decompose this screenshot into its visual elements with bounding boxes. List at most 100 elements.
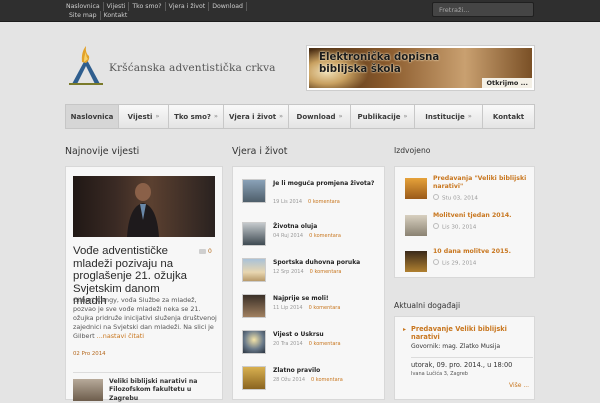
event-title[interactable]: Predavanje Veliki biblijski narativi [411,325,531,342]
featured-list-item[interactable]: Predavanja "Veliki biblijski narativi" S… [405,175,534,203]
main-nav: Naslovnica Vijesti» Tko smo?» Vjera i ži… [65,104,535,129]
latest-news-panel: Vođe adventističke mladeži pozivaju na p… [65,166,223,402]
featured-item-date: Lis 30, 2014 [433,223,476,231]
faith-item-title[interactable]: Najprije se moli! [273,295,375,303]
faith-item-title[interactable]: Sportska duhovna poruka [273,259,375,267]
top-nav-link-site-map[interactable]: Site map [66,11,101,20]
comment-icon [199,249,206,254]
church-logo-icon [69,46,103,85]
featured-item-date: Lis 29, 2014 [433,259,476,267]
top-nav-link-vijesti[interactable]: Vijesti [104,2,130,11]
site-logo[interactable]: Kršćanska adventistička crkva [68,44,300,86]
speaker-photo [127,183,159,237]
nav-label: Naslovnica [70,112,114,121]
faith-list-item[interactable]: Životna oluja 04 Ruj 2014 0 komentara [242,222,382,251]
search-input[interactable]: Fretraži... [432,2,534,17]
chevron-right-icon: » [155,113,160,120]
faith-item-comments[interactable]: 0 komentara [308,199,340,205]
nav-label: Publikacije [357,112,401,121]
top-bar: Naslovnica Vijesti Tko smo? Vjera i život Do… [0,0,600,22]
featured-item-date: Stu 03, 2014 [433,194,478,202]
banner-line-1: Elektronička dopisna [319,52,440,63]
faith-item-comments[interactable]: 0 komentara [311,377,343,383]
faith-item-meta: 04 Ruj 2014 0 komentara [273,233,341,239]
top-nav-link-naslovnica[interactable]: Naslovnica [66,2,104,11]
bullet-arrow-icon: ▸ [403,326,407,333]
featured-panel: Predavanja "Veliki biblijski narativi" S… [394,166,535,278]
nav-label: Kontakt [492,112,525,121]
comment-count[interactable]: 0 [199,248,212,255]
faith-list-item[interactable]: Sportska duhovna poruka 12 Srp 2014 0 kom… [242,258,382,287]
event-date: utorak, 09. pro. 2014., u 18:00 [411,357,533,369]
faith-list-item[interactable]: Je li moguća promjena života? 19 Lis 201… [242,179,382,208]
faith-item-meta: 20 Tra 2014 0 komentara [273,341,341,347]
nav-item-tko-smo[interactable]: Tko smo?» [169,105,224,128]
featured-news-image[interactable] [73,176,215,237]
featured-item-title[interactable]: Predavanja "Veliki biblijski narativi" [433,175,533,191]
featured-item-title[interactable]: 10 dana molitve 2015. [433,248,533,256]
featured-list-item[interactable]: Molitveni tjedan 2014. Lis 30, 2014 [405,212,534,240]
featured-thumbnail [405,251,427,272]
featured-news-excerpt: Gilbert Cangy, vođa Službe za mladež, po… [73,296,221,341]
featured-news-date: 02 Pro 2014 [73,351,106,357]
banner-line-2: biblijska škola [319,64,401,76]
faith-item-meta: 28 Ožu 2014 0 komentara [273,377,343,383]
correspondence-school-banner[interactable]: Elektronička dopisna biblijska škola Otk… [306,45,535,91]
site-name: Kršćanska adventistička crkva [109,62,276,74]
faith-item-title[interactable]: Vijest o Uskrsu [273,331,375,339]
nav-item-publikacije[interactable]: Publikacije» [351,105,415,128]
faith-item-meta: 12 Srp 2014 0 komentara [273,269,341,275]
banner-cta[interactable]: Otkrijmo ... [482,78,532,88]
nav-item-download[interactable]: Download» [289,105,351,128]
section-title-featured: Izdvojeno [394,146,431,155]
faith-item-comments[interactable]: 0 komentara [309,233,341,239]
nav-item-kontakt[interactable]: Kontakt [483,105,534,128]
news-thumbnail [73,379,103,401]
faith-item-title[interactable]: Zlatno pravilo [273,367,375,375]
faith-item-comments[interactable]: 0 komentara [309,305,341,311]
featured-item-title[interactable]: Molitveni tjedan 2014. [433,212,533,220]
top-nav-link-vjera-i-zivot[interactable]: Vjera i život [166,2,210,11]
chevron-right-icon: » [213,113,218,120]
faith-item-date: 11 Lip 2014 [273,305,303,311]
chevron-right-icon: » [403,113,408,120]
more-events-link[interactable]: Više ... [509,382,529,389]
banner-image: Elektronička dopisna biblijska škola Otk… [309,48,532,88]
faith-item-title[interactable]: Životna oluja [273,223,375,231]
faith-item-comments[interactable]: 0 komentara [309,341,341,347]
faith-item-date: 20 Tra 2014 [273,341,303,347]
comment-count-value: 0 [208,248,212,255]
faith-thumbnail [242,179,266,203]
faith-item-date: 28 Ožu 2014 [273,377,305,383]
faith-list-item[interactable]: Najprije se moli! 11 Lip 2014 0 komentara [242,294,382,323]
section-title-faith-life: Vjera i život [232,146,288,157]
featured-thumbnail [405,215,427,236]
banner-headline: Elektronička dopisna biblijska škola [319,52,439,77]
nav-item-vijesti[interactable]: Vijesti» [119,105,169,128]
event-speaker: Govornik: mag. Zlatko Musija [411,343,501,350]
faith-list-item[interactable]: Vijest o Uskrsu 20 Tra 2014 0 komentara [242,330,382,359]
faith-thumbnail [242,258,266,282]
nav-label: Institucije [425,112,465,121]
faith-thumbnail [242,294,266,318]
nav-item-institucije[interactable]: Institucije» [415,105,483,128]
news-item-title[interactable]: Veliki biblijski narativi na Filozofskom… [109,378,221,403]
nav-item-naslovnica[interactable]: Naslovnica [66,105,119,128]
top-nav-link-download[interactable]: Download [209,2,247,11]
section-title-current-events: Aktualni događaji [394,301,461,310]
faith-item-date: 04 Ruj 2014 [273,233,304,239]
nav-item-vjera-i-zivot[interactable]: Vjera i život» [224,105,289,128]
faith-list-item[interactable]: Zlatno pravilo 28 Ožu 2014 0 komentara [242,366,382,395]
top-nav-link-kontakt[interactable]: Kontakt [101,11,131,20]
read-more-link[interactable]: ...nastavi čitati [97,332,144,340]
faith-item-title[interactable]: Je li moguća promjena života? [273,180,375,188]
faith-thumbnail [242,222,266,246]
top-nav-link-tko-smo[interactable]: Tko smo? [129,2,166,11]
featured-list-item[interactable]: 10 dana molitve 2015. Lis 29, 2014 [405,248,534,276]
faith-item-comments[interactable]: 0 komentara [310,269,342,275]
news-list-item[interactable]: Veliki biblijski narativi na Filozofskom… [73,372,221,402]
chevron-right-icon: » [467,113,472,120]
nav-label: Tko smo? [174,112,211,121]
nav-label: Vijesti [127,112,153,121]
faith-life-panel: Je li moguća promjena života? 19 Lis 201… [232,166,385,400]
